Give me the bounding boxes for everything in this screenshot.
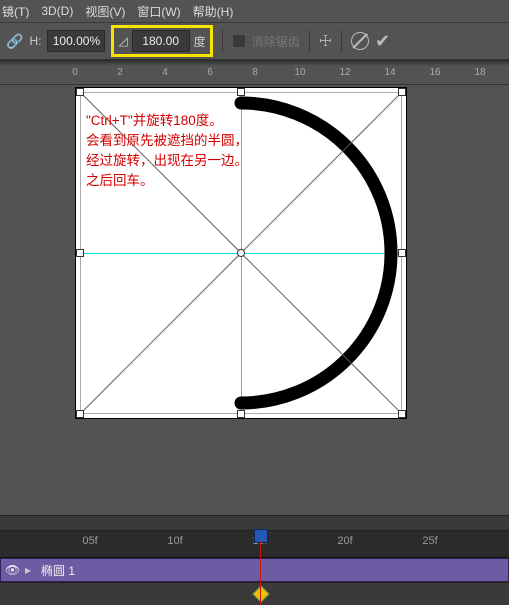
handle-nw[interactable] xyxy=(76,88,84,96)
ruler-label: 6 xyxy=(207,67,213,78)
keyframe-icon[interactable] xyxy=(253,586,270,603)
frame-label: 15f xyxy=(252,535,267,547)
rotation-field[interactable]: 180.00 xyxy=(132,30,190,52)
frame-label: 25f xyxy=(422,535,437,547)
antialias-label: 消除锯齿 xyxy=(252,33,300,50)
ruler-label: 2 xyxy=(117,67,123,78)
ruler-label: 8 xyxy=(252,67,258,78)
commit-transform-button[interactable]: ✔ xyxy=(375,31,390,52)
frame-label: 05f xyxy=(82,535,97,547)
pivot-point[interactable] xyxy=(237,249,245,257)
handle-w[interactable] xyxy=(76,249,84,257)
layer-name: 椭圆 1 xyxy=(41,562,75,579)
handle-sw[interactable] xyxy=(76,410,84,418)
ruler-label: 14 xyxy=(384,67,395,78)
separator xyxy=(309,30,310,52)
menu-item[interactable]: 视图(V) xyxy=(85,3,125,20)
menu-item[interactable]: 帮助(H) xyxy=(193,3,234,20)
handle-ne[interactable] xyxy=(398,88,406,96)
menu-item[interactable]: 镜(T) xyxy=(2,3,29,20)
angle-unit: 度 xyxy=(194,33,206,50)
horizontal-ruler: /* ticks drawn statically below */ 0 2 4… xyxy=(0,66,509,85)
menu-item[interactable]: 3D(D) xyxy=(41,4,73,18)
ruler-label: 4 xyxy=(162,67,168,78)
menu-item[interactable]: 窗口(W) xyxy=(137,3,180,20)
menubar: 镜(T) 3D(D) 视图(V) 窗口(W) 帮助(H) xyxy=(0,0,509,22)
handle-n[interactable] xyxy=(237,88,245,96)
twirl-icon[interactable]: ▸ xyxy=(25,563,35,577)
antialias-checkbox[interactable] xyxy=(232,34,246,48)
h-label: H: xyxy=(29,34,41,48)
timeline-scrollbar[interactable] xyxy=(0,515,509,531)
ruler-label: 10 xyxy=(294,67,305,78)
timeline-ruler[interactable]: 05f 10f 15f 20f 25f xyxy=(0,531,509,558)
layer-row[interactable]: 👁 ▸ 椭圆 1 xyxy=(0,558,509,582)
frame-label: 10f xyxy=(167,535,182,547)
angle-icon: ◿ xyxy=(118,34,127,48)
transform-options-bar: 🔗 H: 100.00% ◿ 180.00 度 消除锯齿 ☩ ✔ xyxy=(0,22,509,60)
ruler-label: 18 xyxy=(474,67,485,78)
ruler-label: 0 xyxy=(72,67,78,78)
canvas[interactable]: "Ctrl+T"并旋转180度。 会看到原先被遮挡的半圆， 经过旋转，出现在另一… xyxy=(0,85,509,445)
rotation-highlight: ◿ 180.00 度 xyxy=(111,25,212,57)
handle-se[interactable] xyxy=(398,410,406,418)
ruler-label: 16 xyxy=(429,67,440,78)
separator xyxy=(341,30,342,52)
handle-e[interactable] xyxy=(398,249,406,257)
warp-icon[interactable]: ☩ xyxy=(319,32,332,50)
annotation-text: "Ctrl+T"并旋转180度。 会看到原先被遮挡的半圆， 经过旋转，出现在另一… xyxy=(86,111,248,191)
timeline-track[interactable] xyxy=(0,582,509,605)
frame-label: 20f xyxy=(337,535,352,547)
cancel-transform-button[interactable] xyxy=(351,32,369,50)
separator xyxy=(222,30,223,52)
link-icon[interactable]: 🔗 xyxy=(6,33,23,50)
ruler-label: 12 xyxy=(339,67,350,78)
h-scale-field[interactable]: 100.00% xyxy=(47,30,105,52)
visibility-icon[interactable]: 👁 xyxy=(5,563,19,577)
timeline-panel: 05f 10f 15f 20f 25f 👁 ▸ 椭圆 1 xyxy=(0,515,509,605)
handle-s[interactable] xyxy=(237,410,245,418)
